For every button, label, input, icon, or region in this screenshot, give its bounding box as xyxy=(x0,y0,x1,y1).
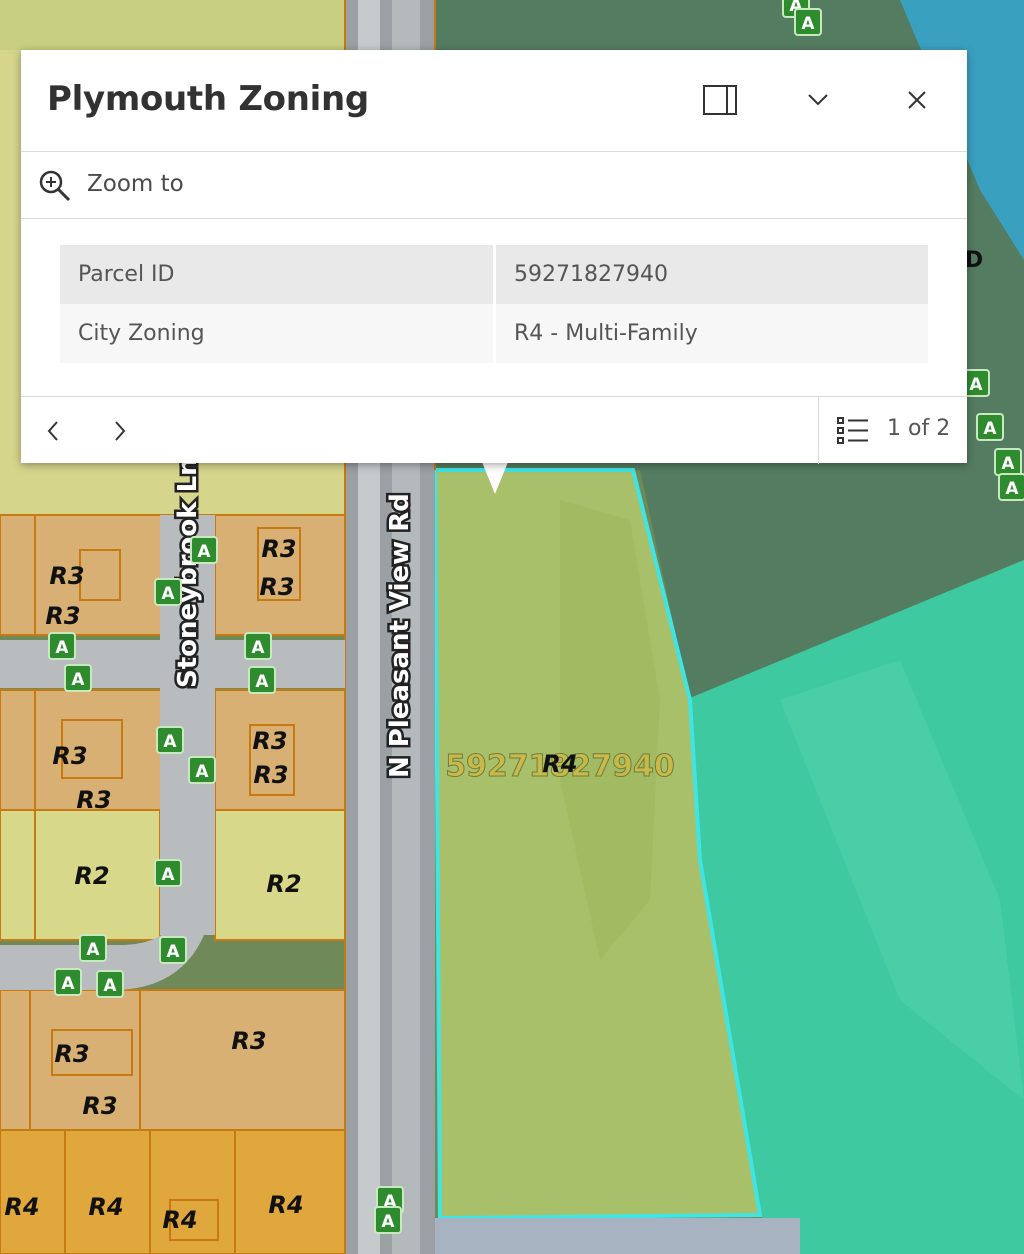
zone-label: R3 xyxy=(261,535,296,563)
zone-label: R4 xyxy=(268,1191,303,1219)
street-label-n-pleasant-view: N Pleasant View Rd xyxy=(385,493,415,778)
popup-header: Plymouth Zoning xyxy=(21,50,967,152)
address-marker xyxy=(64,664,92,692)
zone-label: R3 xyxy=(45,602,80,630)
address-marker xyxy=(374,1206,402,1234)
address-marker xyxy=(190,536,218,564)
address-marker xyxy=(976,413,1004,441)
zone-label: R3 xyxy=(54,1040,89,1068)
field-name: City Zoning xyxy=(60,304,496,363)
attribute-table: Parcel ID 59271827940 City Zoning R4 - M… xyxy=(60,245,928,363)
zone-label: R3 xyxy=(231,1027,266,1055)
popup-actions: Zoom to xyxy=(21,152,967,219)
address-marker xyxy=(48,632,76,660)
next-feature-button[interactable] xyxy=(100,411,140,451)
zone-label: R3 xyxy=(259,573,294,601)
address-marker xyxy=(244,632,272,660)
address-marker xyxy=(159,936,187,964)
edge-label: D xyxy=(965,248,983,273)
zoom-to-label: Zoom to xyxy=(87,171,184,197)
address-marker xyxy=(156,726,184,754)
collapse-button[interactable] xyxy=(798,80,838,120)
previous-feature-button[interactable] xyxy=(33,411,73,451)
popup-footer: 1 of 2 xyxy=(21,396,967,464)
dock-button[interactable] xyxy=(700,80,740,120)
zone-label: R2 xyxy=(266,870,301,898)
feature-list-icon xyxy=(837,417,868,444)
address-marker xyxy=(79,934,107,962)
feature-popup: Plymouth Zoning Zoom to Parcel ID 592718… xyxy=(21,50,967,464)
parcel-zone-label: R4 xyxy=(542,750,577,778)
close-button[interactable] xyxy=(897,80,937,120)
zoom-in-magnifier-icon xyxy=(39,170,71,202)
page-count: 1 of 2 xyxy=(887,416,951,441)
feature-list-button[interactable]: 1 of 2 xyxy=(819,397,967,464)
gray-zone-south xyxy=(400,1218,800,1254)
zone-label: R3 xyxy=(253,761,288,789)
zone-label: R3 xyxy=(82,1092,117,1120)
zone-label: R2 xyxy=(74,862,109,890)
chevron-left-icon xyxy=(47,421,58,441)
zone-label: R3 xyxy=(76,786,111,814)
table-row: Parcel ID 59271827940 xyxy=(60,245,928,304)
address-marker xyxy=(154,578,182,606)
zone-label: R4 xyxy=(162,1206,197,1234)
zone-label: R4 xyxy=(88,1193,123,1221)
chevron-right-icon xyxy=(115,421,126,441)
zone-label: R4 xyxy=(4,1193,39,1221)
popup-title: Plymouth Zoning xyxy=(47,79,369,119)
address-marker xyxy=(794,8,822,36)
address-marker xyxy=(188,756,216,784)
address-marker xyxy=(96,970,124,998)
zone-label: R3 xyxy=(49,562,84,590)
address-marker xyxy=(154,859,182,887)
address-marker xyxy=(54,968,82,996)
close-icon xyxy=(908,91,926,109)
field-name: Parcel ID xyxy=(60,245,496,304)
table-row: City Zoning R4 - Multi-Family xyxy=(60,304,928,363)
popup-pointer xyxy=(482,462,508,494)
address-marker xyxy=(998,473,1024,501)
address-marker xyxy=(994,448,1022,476)
dock-side-panel-icon xyxy=(703,85,737,115)
chevron-down-icon xyxy=(808,94,828,106)
zone-label: R3 xyxy=(252,727,287,755)
field-value: R4 - Multi-Family xyxy=(494,304,928,363)
street-label-stoneybrook: Stoneybrook Ln xyxy=(173,457,203,688)
field-value: 59271827940 xyxy=(494,245,928,304)
zone-label: R3 xyxy=(52,742,87,770)
zoom-to-action[interactable]: Zoom to xyxy=(21,152,261,218)
address-marker xyxy=(248,666,276,694)
